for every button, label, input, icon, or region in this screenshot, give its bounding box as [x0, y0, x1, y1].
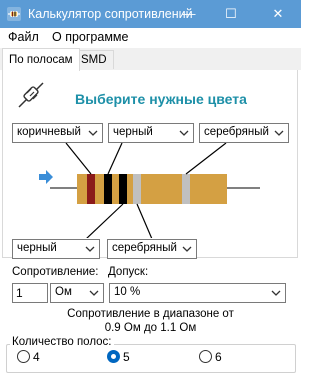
resistor-body — [77, 174, 227, 204]
radio-5-label: 5 — [123, 350, 130, 364]
band4-select[interactable]: серебряный — [199, 123, 289, 143]
band1-select[interactable]: коричневый — [12, 123, 103, 143]
band4-connector — [136, 203, 153, 238]
resistance-input[interactable]: 1 — [12, 283, 48, 303]
menu-bar: Файл О программе — [0, 28, 301, 48]
arrow-right-icon — [39, 170, 53, 184]
chevron-down-icon — [89, 290, 99, 296]
menu-file[interactable]: Файл — [8, 30, 39, 44]
chevron-down-icon — [271, 290, 281, 296]
chevron-down-icon — [85, 246, 95, 252]
menu-about[interactable]: О программе — [52, 30, 128, 44]
unit-value: Ом — [55, 286, 72, 298]
band3-select[interactable]: черный — [12, 239, 100, 259]
resistor-band-3 — [119, 174, 127, 204]
resistance-value: 1 — [16, 286, 23, 300]
resistor-diagram — [39, 143, 260, 238]
tolerance-select[interactable]: 10 % — [109, 283, 286, 303]
band2-value: черный — [113, 126, 153, 138]
minimize-button[interactable]: — — [173, 0, 205, 28]
band5-connector — [185, 143, 227, 175]
band5-select[interactable]: серебряный — [107, 239, 197, 259]
resistor-icon — [18, 82, 44, 108]
tab-smd[interactable]: SMD — [74, 50, 114, 69]
tab-bands[interactable]: По полосам — [2, 48, 80, 71]
chevron-down-icon — [179, 130, 189, 136]
radio-4-label: 4 — [33, 350, 40, 364]
resistor-band-1 — [87, 174, 95, 204]
band2-connector — [107, 143, 123, 175]
band3-connector — [86, 203, 124, 238]
resistor-band-4 — [133, 174, 141, 204]
band-count-group — [6, 344, 296, 373]
window-title: Калькулятор сопротивлений — [28, 7, 193, 21]
resistor-band-5 — [182, 174, 190, 204]
tolerance-value: 10 % — [114, 286, 141, 298]
radio-6-label: 6 — [215, 350, 222, 364]
chevron-down-icon — [274, 130, 284, 136]
range-text-line1: Сопротивление в диапазоне от — [67, 308, 234, 320]
page-heading: Выберите нужные цвета — [75, 91, 247, 107]
radio-4-bands[interactable] — [17, 350, 30, 363]
tab-strip: По полосам SMD — [0, 48, 301, 71]
band3-value: черный — [17, 242, 57, 254]
resistance-label: Сопротивление: — [12, 266, 99, 278]
unit-select[interactable]: Ом — [50, 283, 104, 303]
chevron-down-icon — [88, 130, 98, 136]
range-text-line2: 0.9 Ом до 1.1 Ом — [104, 322, 197, 334]
tolerance-label: Допуск: — [108, 266, 149, 278]
band2-select[interactable]: черный — [108, 123, 194, 143]
band1-connector — [65, 143, 92, 175]
title-bar[interactable]: Калькулятор сопротивлений — ☐ ✕ — [0, 0, 301, 28]
band-count-title: Количество полос: — [10, 336, 114, 348]
close-button[interactable]: ✕ — [262, 0, 294, 28]
band1-value: коричневый — [17, 126, 81, 138]
radio-6-bands[interactable] — [199, 350, 212, 363]
chevron-down-icon — [182, 246, 192, 252]
band5-value: серебряный — [112, 242, 177, 254]
resistor-band-2 — [104, 174, 112, 204]
band4-value: серебряный — [204, 126, 269, 138]
radio-5-bands[interactable] — [107, 350, 120, 363]
resistor-app-icon — [7, 7, 21, 21]
maximize-button[interactable]: ☐ — [215, 0, 247, 28]
